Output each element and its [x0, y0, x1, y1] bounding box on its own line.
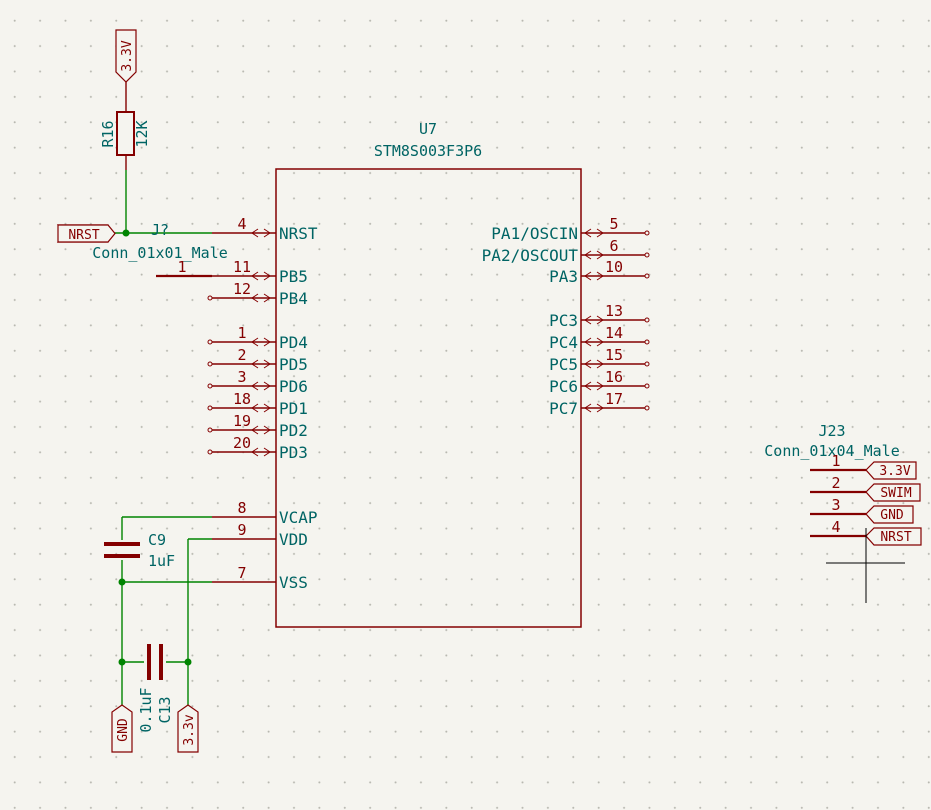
pin-name-pd6: PD6: [279, 377, 308, 396]
r16-resistor[interactable]: R16 12K: [99, 82, 151, 170]
j-value: Conn_01x01_Male: [92, 244, 227, 262]
pin-name-vcap: VCAP: [279, 508, 318, 527]
pin-num-17: 17: [605, 390, 623, 408]
u7-value: STM8S003F3P6: [374, 142, 482, 160]
connector-j-unannotated[interactable]: J? Conn_01x01_Male 1: [92, 221, 228, 278]
pin-num-15: 15: [605, 346, 623, 364]
j23-ref: J23: [818, 422, 845, 440]
pin-num-8: 8: [237, 499, 246, 517]
net-label-3v3-top[interactable]: 3.3V: [115, 29, 137, 83]
junction-vss: [118, 578, 126, 586]
pin-num-20: 20: [233, 434, 251, 452]
j-ref: J?: [151, 221, 169, 239]
u7-left-pin-vss[interactable]: VSS 7: [212, 564, 308, 592]
pin-num-9: 9: [237, 521, 246, 539]
pin-num-4: 4: [237, 215, 246, 233]
pin-num-12: 12: [233, 280, 251, 298]
pin-name-nrst: NRST: [279, 224, 318, 243]
pin-num-19: 19: [233, 412, 251, 430]
junction-gnd: [118, 658, 126, 666]
pin-name-vdd: VDD: [279, 530, 308, 549]
u7-left-pin-pb5[interactable]: PB5 11: [212, 258, 308, 286]
u7-ref: U7: [419, 120, 437, 138]
net-label-nrst-text: NRST: [68, 228, 99, 243]
c9-value: 1uF: [148, 552, 175, 570]
pin-name-pb4: PB4: [279, 289, 308, 308]
pin-num-2: 2: [237, 346, 246, 364]
pin-name-pd3: PD3: [279, 443, 308, 462]
pin-name-pd5: PD5: [279, 355, 308, 374]
pin-num-3: 3: [237, 368, 246, 386]
pin-name-pd4: PD4: [279, 333, 308, 352]
r16-body: [116, 111, 135, 156]
c13-value: 0.1uF: [137, 687, 155, 732]
j23-label-3v3[interactable]: 3.3V: [865, 461, 917, 480]
pin-num-5: 5: [609, 215, 618, 233]
pin-name-vss: VSS: [279, 573, 308, 592]
c13-ref: C13: [156, 696, 174, 723]
u7-symbol[interactable]: U7 STM8S003F3P6: [275, 120, 582, 628]
pin-num-7: 7: [237, 564, 246, 582]
pin-num-13: 13: [605, 302, 623, 320]
u7-right-pin-pa1[interactable]: PA1/OSCIN 5: [491, 215, 650, 243]
j23-pin-num-4: 4: [831, 518, 840, 536]
pin-name-pd2: PD2: [279, 421, 308, 440]
u7-right-pin-pc3[interactable]: PC3 13: [549, 302, 650, 330]
j23-label-gnd[interactable]: GND: [865, 505, 914, 524]
j23-label-3v3-text: 3.3V: [879, 464, 910, 479]
pin-name-pc6: PC6: [549, 377, 578, 396]
u7-left-pin-nrst[interactable]: NRST 4: [212, 215, 318, 243]
j23-label-nrst-text: NRST: [880, 530, 911, 545]
pin-num-1: 1: [237, 324, 246, 342]
schematic-canvas: U7 STM8S003F3P6 NRST 4 PB5 11 PB4 12 PD4…: [0, 0, 931, 810]
net-label-nrst-left[interactable]: NRST: [56, 224, 116, 243]
schematic-svg: U7 STM8S003F3P6 NRST 4 PB5 11 PB4 12 PD4…: [56, 29, 922, 753]
pin-name-pc7: PC7: [549, 399, 578, 418]
r16-value: 12K: [133, 120, 151, 147]
pin-name-pc4: PC4: [549, 333, 578, 352]
r16-ref: R16: [99, 120, 117, 147]
c13-wires: [118, 658, 192, 705]
pin-name-pc5: PC5: [549, 355, 578, 374]
j23-label-nrst[interactable]: NRST: [865, 527, 922, 546]
pin-num-6: 6: [609, 237, 618, 255]
vdd-wires: [187, 538, 212, 705]
junction-vdd: [184, 658, 192, 666]
c13-capacitor[interactable]: 0.1uF C13: [137, 644, 174, 733]
net-label-3v3-text: 3.3V: [120, 40, 135, 71]
pin-name-pc3: PC3: [549, 311, 578, 330]
pin-num-10: 10: [605, 258, 623, 276]
pin-num-16: 16: [605, 368, 623, 386]
net-label-gnd-bottom[interactable]: GND: [111, 704, 133, 753]
junction-nrst: [122, 229, 130, 237]
j23-pin-num-1: 1: [831, 452, 840, 470]
net-label-3v3-bottom[interactable]: 3.3v: [177, 704, 199, 753]
pin-name-pa1: PA1/OSCIN: [491, 224, 578, 243]
j23-pin-num-3: 3: [831, 496, 840, 514]
pin-name-pa2: PA2/OSCOUT: [482, 246, 579, 265]
j23-pin-num-2: 2: [831, 474, 840, 492]
u7-left-pin-vcap[interactable]: VCAP 8: [212, 499, 318, 527]
j23-label-gnd-text: GND: [880, 508, 904, 523]
pin-num-14: 14: [605, 324, 623, 342]
pin-name-pd1: PD1: [279, 399, 308, 418]
pin-num-11: 11: [233, 258, 251, 276]
j-pin-num: 1: [177, 258, 186, 276]
pin-name-pa3: PA3: [549, 267, 578, 286]
connector-j23[interactable]: J23 Conn_01x04_Male 1 2 3 4 3.3V SWIM GN…: [764, 422, 922, 546]
net-label-gnd-text: GND: [116, 718, 131, 742]
c9-ref: C9: [148, 531, 166, 549]
j23-label-swim-text: SWIM: [880, 486, 911, 501]
pin-name-pb5: PB5: [279, 267, 308, 286]
pin-num-18: 18: [233, 390, 251, 408]
c9-capacitor[interactable]: C9 1uF: [104, 531, 175, 570]
j23-label-swim[interactable]: SWIM: [865, 483, 921, 502]
net-label-3v3-bottom-text: 3.3v: [182, 714, 197, 745]
